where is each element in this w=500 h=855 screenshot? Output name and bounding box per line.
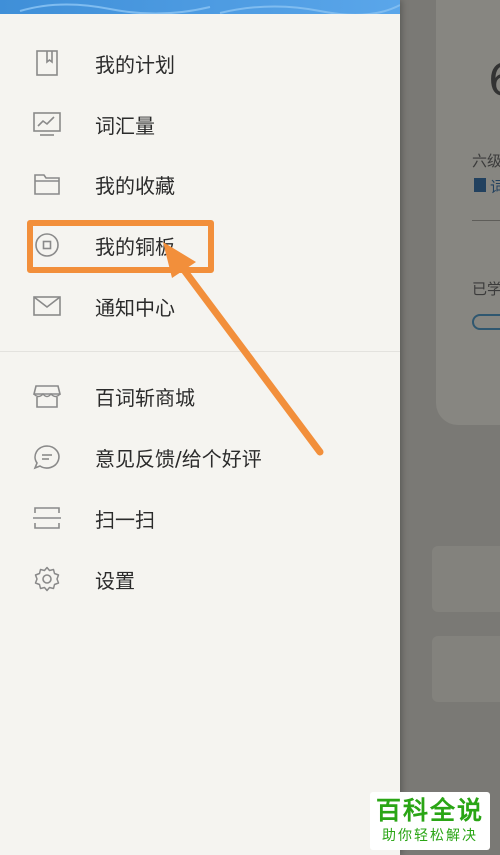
chat-bubble-icon <box>33 445 60 470</box>
folder-icon <box>34 174 60 195</box>
watermark-logo: 百科全说 助你轻松解决 <box>370 792 490 850</box>
menu-item-scan[interactable]: 扫一扫 <box>0 487 400 547</box>
menu-item-label: 百词斩商城 <box>95 386 195 410</box>
watermark-title: 百科全说 <box>375 796 484 825</box>
menu-item-vocabulary[interactable]: 词汇量 <box>0 93 400 153</box>
gear-icon <box>34 566 60 592</box>
menu-item-label: 设置 <box>95 569 135 593</box>
book-icon <box>36 50 58 76</box>
menu-item-label: 我的计划 <box>95 53 175 77</box>
store-icon <box>33 385 61 408</box>
background-text-level: 六级 <box>472 152 500 170</box>
background-text-learned: 已学 <box>472 280 500 298</box>
header-pattern <box>19 3 400 14</box>
background-text-word: 词 <box>490 178 500 196</box>
menu-item-favorites[interactable]: 我的收藏 <box>0 153 400 213</box>
menu-item-store[interactable]: 百词斩商城 <box>0 365 400 425</box>
menu-item-my-plan[interactable]: 我的计划 <box>0 32 400 92</box>
background-panel-1 <box>432 546 500 612</box>
menu-divider <box>0 351 400 352</box>
chart-monitor-icon <box>33 112 61 136</box>
scan-icon <box>33 507 61 529</box>
menu-item-settings[interactable]: 设置 <box>0 548 400 608</box>
menu-item-label: 词汇量 <box>95 114 155 138</box>
navigation-drawer: 我的计划 词汇量 我的收藏 我的铜板 通知中心 百词斩商城 意见反馈/给个好评 … <box>0 0 400 855</box>
menu-item-label: 我的收藏 <box>95 174 175 198</box>
menu-item-notifications[interactable]: 通知中心 <box>0 275 400 335</box>
menu-item-label: 意见反馈/给个好评 <box>95 447 262 471</box>
mail-icon <box>33 296 61 316</box>
drawer-header-banner <box>0 0 400 14</box>
background-book-icon <box>474 178 486 192</box>
background-progress-pill <box>472 314 500 330</box>
menu-item-label: 通知中心 <box>95 296 175 320</box>
background-divider <box>472 220 500 221</box>
highlight-box <box>27 220 214 273</box>
background-panel-2 <box>432 636 500 702</box>
menu-item-label: 扫一扫 <box>95 508 155 532</box>
background-big-number: 6 <box>488 55 500 106</box>
menu-item-feedback[interactable]: 意见反馈/给个好评 <box>0 426 400 486</box>
watermark-subtitle: 助你轻松解决 <box>382 828 478 844</box>
